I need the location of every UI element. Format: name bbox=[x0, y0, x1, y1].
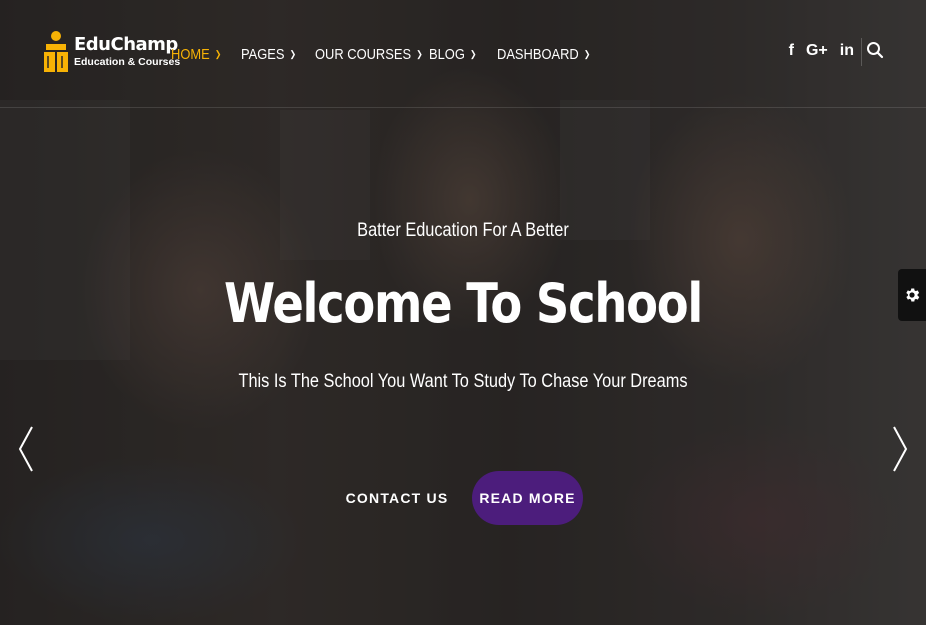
read-more-button[interactable]: READ MORE bbox=[472, 471, 583, 525]
hero-subtitle: This Is The School You Want To Study To … bbox=[238, 371, 688, 392]
contact-us-button[interactable]: CONTACT US bbox=[343, 474, 451, 522]
nav-item-label: BLOG bbox=[429, 45, 465, 63]
hero-kicker: Batter Education For A Better bbox=[357, 220, 569, 241]
nav-item-label: HOME bbox=[171, 45, 210, 63]
nav-item-home[interactable]: HOME ❯ bbox=[171, 45, 221, 63]
nav-item-label: DASHBOARD bbox=[497, 45, 579, 63]
chevron-down-icon: ❯ bbox=[289, 48, 297, 59]
header-divider bbox=[861, 38, 862, 66]
brand-name: EduChamp bbox=[74, 34, 178, 56]
gear-icon bbox=[906, 288, 920, 302]
chevron-down-icon: ❯ bbox=[470, 48, 477, 59]
nav-item-our-courses[interactable]: OUR COURSES ❯ bbox=[315, 46, 423, 63]
chevron-left-icon[interactable] bbox=[17, 425, 35, 473]
facebook-icon[interactable]: f bbox=[789, 42, 794, 60]
nav-item-dashboard[interactable]: DASHBOARD ❯ bbox=[497, 45, 590, 63]
main-nav: HOME ❯ PAGES ❯ OUR COURSES ❯ BLOG ❯ DASH… bbox=[171, 44, 609, 64]
linkedin-icon[interactable]: in bbox=[840, 42, 854, 60]
site-header: EduChamp Education & Courses HOME ❯ PAGE… bbox=[0, 0, 926, 108]
nav-item-blog[interactable]: BLOG ❯ bbox=[429, 45, 477, 63]
nav-item-pages[interactable]: PAGES ❯ bbox=[241, 45, 296, 63]
logo-icon bbox=[42, 30, 70, 74]
search-icon[interactable] bbox=[866, 41, 884, 59]
social-links: f G+ in bbox=[777, 40, 854, 62]
nav-item-label: PAGES bbox=[241, 45, 285, 63]
hero-title: Welcome To School bbox=[224, 272, 703, 335]
chevron-down-icon: ❯ bbox=[583, 48, 591, 59]
brand-logo[interactable]: EduChamp Education & Courses bbox=[42, 30, 180, 74]
settings-panel-toggle[interactable] bbox=[898, 269, 926, 321]
chevron-right-icon[interactable] bbox=[891, 425, 909, 473]
google-plus-icon[interactable]: G+ bbox=[806, 42, 828, 60]
brand-tagline: Education & Courses bbox=[74, 56, 181, 69]
chevron-down-icon: ❯ bbox=[416, 48, 423, 59]
chevron-down-icon: ❯ bbox=[214, 48, 222, 59]
nav-item-label: OUR COURSES bbox=[315, 45, 412, 63]
